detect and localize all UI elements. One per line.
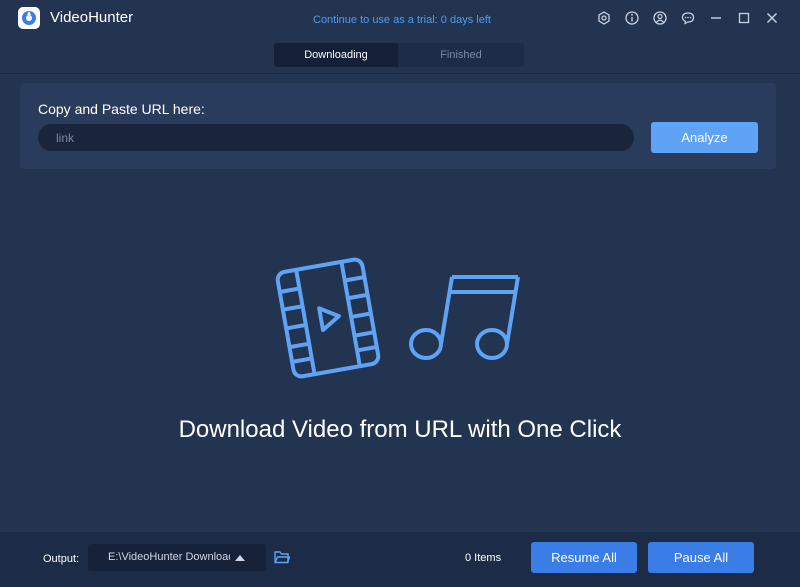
title-bar: VideoHunter Continue to use as a trial: … xyxy=(0,0,800,36)
close-icon[interactable] xyxy=(764,10,780,26)
analyze-button[interactable]: Analyze xyxy=(651,122,758,153)
logo-icon xyxy=(22,11,36,25)
music-note-icon xyxy=(409,275,520,360)
app-title: VideoHunter xyxy=(50,9,134,26)
caret-up-icon[interactable] xyxy=(235,554,245,562)
info-icon[interactable] xyxy=(624,10,640,26)
feedback-icon[interactable] xyxy=(680,10,696,26)
tab-bar: Downloading Finished xyxy=(274,43,524,67)
url-panel: Copy and Paste URL here: Analyze xyxy=(20,83,776,169)
account-icon[interactable] xyxy=(652,10,668,26)
tab-downloading[interactable]: Downloading xyxy=(274,43,398,67)
pause-all-button[interactable]: Pause All xyxy=(648,542,754,573)
footer-bar: Output: E:\VideoHunter Download 0 Items … xyxy=(0,532,800,587)
hero-text: Download Video from URL with One Click xyxy=(178,416,622,443)
output-path-select[interactable]: E:\VideoHunter Download xyxy=(88,544,266,571)
resume-all-button[interactable]: Resume All xyxy=(531,542,637,573)
tab-finished[interactable]: Finished xyxy=(398,43,524,67)
output-path-value: E:\VideoHunter Download xyxy=(108,551,230,563)
app-logo xyxy=(18,7,40,29)
hero-illustration xyxy=(275,257,520,379)
minimize-icon[interactable] xyxy=(708,10,724,26)
settings-icon[interactable] xyxy=(596,10,612,26)
trial-notice[interactable]: Continue to use as a trial: 0 days left xyxy=(313,14,491,26)
url-input[interactable] xyxy=(38,124,634,151)
items-count: 0 Items xyxy=(465,552,502,564)
maximize-icon[interactable] xyxy=(736,10,752,26)
video-film-icon xyxy=(275,257,381,379)
folder-icon[interactable] xyxy=(274,550,290,564)
window-controls xyxy=(584,10,780,26)
output-label: Output: xyxy=(43,553,80,565)
header-divider xyxy=(0,73,800,74)
url-label: Copy and Paste URL here: xyxy=(38,101,205,117)
